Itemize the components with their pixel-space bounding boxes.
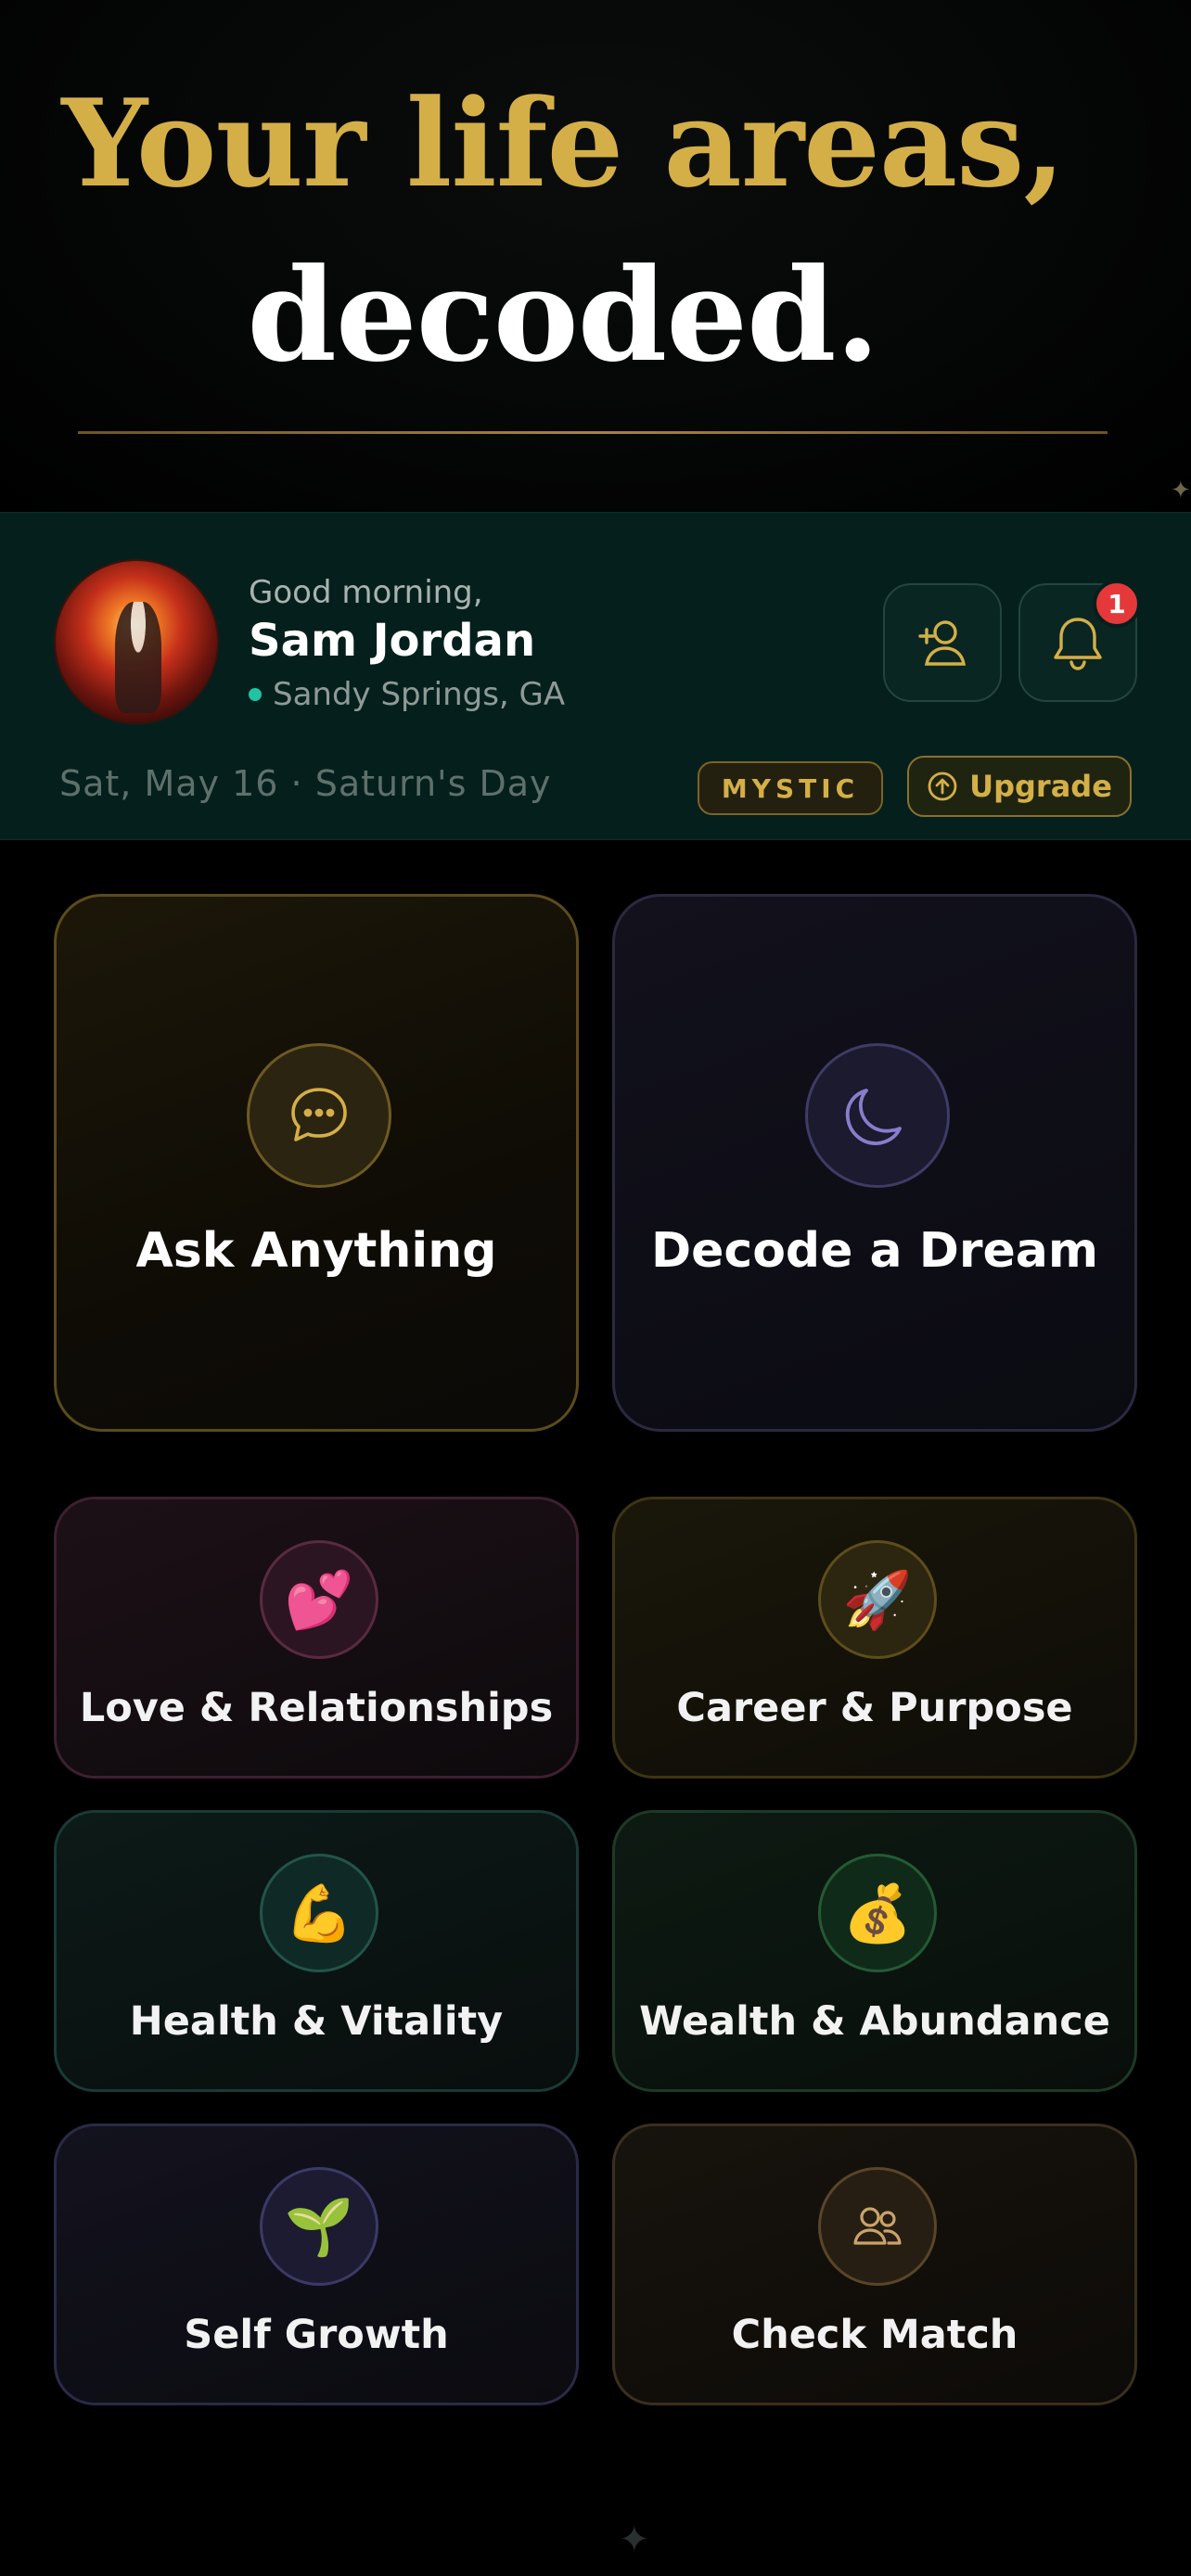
check-match-label: Check Match	[731, 2312, 1018, 2358]
arrow-up-circle-icon	[928, 772, 957, 801]
money-bag-icon: 💰	[818, 1854, 937, 1972]
two-hearts-icon: 💕	[260, 1540, 378, 1659]
avatar[interactable]	[54, 559, 219, 724]
date-label: Sat, May 16 · Saturn's Day	[59, 763, 552, 804]
online-dot-icon	[249, 688, 262, 701]
user-location: Sandy Springs, GA	[249, 676, 565, 713]
hero-banner: ✦ Your life areas, decoded.	[0, 0, 1191, 512]
hero-title-line2: decoded.	[247, 239, 879, 390]
greeting-text: Good morning,	[249, 574, 483, 611]
notifications-button[interactable]: 1	[1018, 580, 1141, 702]
ask-anything-label: Ask Anything	[135, 1223, 497, 1279]
decode-dream-label: Decode a Dream	[650, 1223, 1099, 1279]
tier-badge: MYSTIC	[698, 761, 883, 815]
users-icon	[818, 2167, 937, 2286]
sparkle-icon: ✦	[1171, 477, 1191, 504]
seedling-icon: 🌱	[260, 2167, 378, 2286]
love-relationships-card[interactable]: 💕 Love & Relationships	[54, 1497, 579, 1779]
decode-dream-card[interactable]: Decode a Dream	[612, 894, 1137, 1432]
user-plus-icon	[918, 620, 967, 666]
chat-bubble-icon	[247, 1043, 391, 1188]
health-vitality-card[interactable]: 💪 Health & Vitality	[54, 1810, 579, 2092]
love-relationships-label: Love & Relationships	[79, 1685, 554, 1731]
upgrade-button[interactable]: Upgrade	[907, 756, 1132, 817]
profile-card: Good morning, Sam Jordan Sandy Springs, …	[0, 512, 1191, 840]
self-growth-label: Self Growth	[184, 2312, 449, 2358]
wealth-abundance-label: Wealth & Abundance	[639, 1998, 1110, 2045]
rocket-icon: 🚀	[818, 1540, 937, 1659]
health-vitality-label: Health & Vitality	[129, 1998, 504, 2045]
career-purpose-card[interactable]: 🚀 Career & Purpose	[612, 1497, 1137, 1779]
flexed-biceps-icon: 💪	[260, 1854, 378, 1972]
self-growth-card[interactable]: 🌱 Self Growth	[54, 2123, 579, 2405]
wealth-abundance-card[interactable]: 💰 Wealth & Abundance	[612, 1810, 1137, 2092]
bell-icon	[1054, 618, 1102, 670]
hero-title-line1: Your life areas,	[61, 72, 1065, 214]
location-text: Sandy Springs, GA	[273, 676, 566, 713]
ask-anything-card[interactable]: Ask Anything	[54, 894, 579, 1432]
check-match-card[interactable]: Check Match	[612, 2123, 1137, 2405]
hero-divider	[78, 431, 1108, 434]
career-purpose-label: Career & Purpose	[676, 1685, 1073, 1731]
user-name: Sam Jordan	[249, 615, 536, 667]
sparkle-icon: ✦	[619, 2519, 650, 2561]
moon-icon	[805, 1043, 950, 1188]
upgrade-label: Upgrade	[969, 769, 1112, 804]
add-friend-button[interactable]	[883, 583, 1002, 702]
notification-count-badge: 1	[1093, 580, 1141, 628]
